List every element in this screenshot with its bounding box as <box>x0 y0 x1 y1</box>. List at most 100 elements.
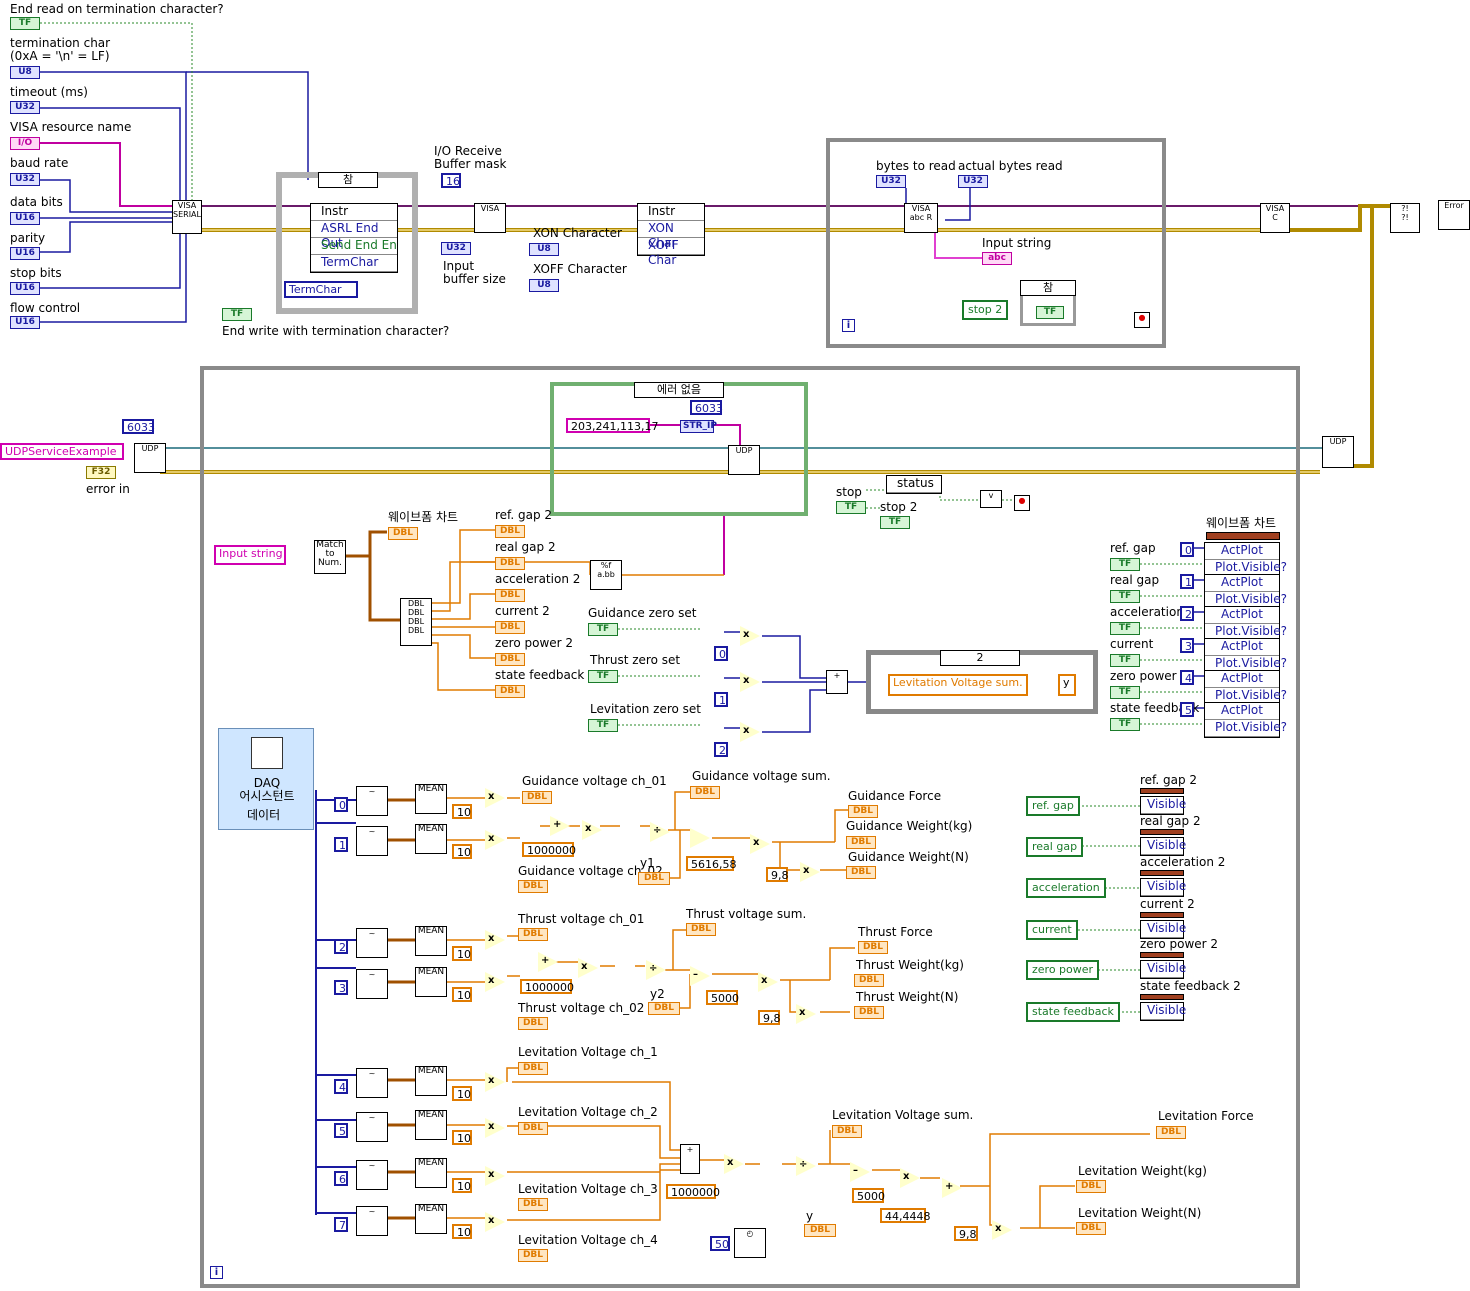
visible-prop-node[interactable]: Visible <box>1140 837 1186 856</box>
channel-index-constant[interactable]: 3 <box>334 980 348 995</box>
chart-plot-index[interactable]: 1 <box>1180 574 1194 589</box>
multiplier-ten[interactable]: 10 <box>452 1086 472 1101</box>
channel-select-node[interactable]: ~ <box>356 969 388 999</box>
mean-node[interactable]: MEAN <box>415 926 447 956</box>
mean-node[interactable]: MEAN <box>415 1204 447 1234</box>
multiplier-ten[interactable]: 10 <box>452 1130 472 1145</box>
lev-million[interactable]: 1000000 <box>666 1184 720 1199</box>
status-unbundle[interactable]: status <box>886 475 942 494</box>
data-bits-control[interactable]: U16 <box>10 212 40 225</box>
visa-resource-control[interactable]: I/O <box>10 137 40 150</box>
visible-toggle-button[interactable]: ref. gap <box>1026 796 1080 816</box>
multiplier-ten[interactable]: 10 <box>452 987 472 1002</box>
chart-plot-index[interactable]: 5 <box>1180 702 1194 717</box>
udp-case-structure[interactable] <box>550 382 808 516</box>
xon-control[interactable]: U8 <box>529 243 559 256</box>
chart-prop-rows[interactable]: ActPlot Plot.Visible? <box>1204 542 1287 578</box>
visa-configure-serial-node[interactable]: VISA SERIAL <box>172 200 202 234</box>
thrust-k[interactable]: 5000 <box>706 990 739 1005</box>
zero-const-0[interactable]: 0 <box>714 646 728 661</box>
channel-index-constant[interactable]: 5 <box>334 1123 348 1138</box>
mean-node[interactable]: MEAN <box>415 1158 447 1188</box>
lev-case-selector[interactable]: 2 <box>940 650 1020 666</box>
wait-ms-constant[interactable]: 50 <box>710 1236 730 1251</box>
case1-selector[interactable]: 참 <box>318 172 378 188</box>
end-write-control[interactable]: TF <box>222 308 252 321</box>
guidance-k[interactable]: 5616,58 <box>686 856 737 871</box>
y-local[interactable]: y <box>1058 674 1076 696</box>
property-node-xon[interactable]: Instr XON Char XOFF Char <box>637 203 705 267</box>
visible-toggle-button[interactable]: current <box>1026 920 1078 940</box>
zero-const-1[interactable]: 1 <box>714 692 728 707</box>
error-handler-node[interactable]: Error <box>1438 200 1470 230</box>
multiplier-ten[interactable]: 10 <box>452 804 472 819</box>
end-read-control[interactable]: TF <box>10 17 40 30</box>
visible-toggle-button[interactable]: acceleration <box>1026 878 1106 898</box>
channel-select-node[interactable]: ~ <box>356 1068 388 1098</box>
chart-plot-visible-control[interactable]: TF <box>1110 654 1140 667</box>
parity-control[interactable]: U16 <box>10 247 40 260</box>
format-string-node[interactable]: %f a.bb <box>590 560 622 590</box>
chart-plot-visible-control[interactable]: TF <box>1110 718 1140 731</box>
udp-open-node[interactable]: UDP <box>134 443 166 473</box>
property-node-asrl[interactable]: Instr ASRL End Out Send End En TermChar <box>310 203 398 273</box>
visa-close-node[interactable]: VISA C <box>1260 203 1290 233</box>
chart-plot-visible-control[interactable]: TF <box>1110 686 1140 699</box>
chart-prop-rows[interactable]: ActPlot Plot.Visible? <box>1204 574 1287 610</box>
termchar-ring[interactable]: TermChar <box>284 281 358 298</box>
levitation-zero-control[interactable]: TF <box>588 719 618 732</box>
udp-port-constant[interactable]: 6033 <box>122 419 155 434</box>
lev-g[interactable]: 9,8 <box>954 1226 978 1241</box>
chart-plot-visible-control[interactable]: TF <box>1110 558 1140 571</box>
read-case-selector[interactable]: 참 <box>1020 280 1076 296</box>
channel-index-constant[interactable]: 1 <box>334 837 348 852</box>
channel-index-constant[interactable]: 7 <box>334 1217 348 1232</box>
zero-add-node[interactable]: + <box>826 670 848 694</box>
channel-select-node[interactable]: ~ <box>356 1206 388 1236</box>
zero-const-2[interactable]: 2 <box>714 742 728 757</box>
visible-prop-node[interactable]: Visible <box>1140 878 1186 897</box>
mean-node[interactable]: MEAN <box>415 784 447 814</box>
lev-sum-local[interactable]: Levitation Voltage sum. <box>888 674 1028 696</box>
channel-index-constant[interactable]: 2 <box>334 939 348 954</box>
multiplier-ten[interactable]: 10 <box>452 1224 472 1239</box>
io-mask-constant[interactable]: 16 <box>441 173 461 188</box>
thrust-zero-control[interactable]: TF <box>588 670 618 683</box>
match-to-num-node[interactable]: Match to Num. <box>314 540 346 574</box>
thrust-g[interactable]: 9,8 <box>758 1010 781 1025</box>
channel-select-node[interactable]: ~ <box>356 1160 388 1190</box>
channel-select-node[interactable]: ~ <box>356 786 388 816</box>
visible-toggle-button[interactable]: zero power <box>1026 960 1100 980</box>
multiplier-ten[interactable]: 10 <box>452 1178 472 1193</box>
input-string-local[interactable]: Input string <box>214 545 286 565</box>
chart-prop-rows[interactable]: ActPlot Plot.Visible? <box>1204 702 1287 738</box>
multiplier-ten[interactable]: 10 <box>452 946 472 961</box>
mean-node[interactable]: MEAN <box>415 824 447 854</box>
channel-select-node[interactable]: ~ <box>356 928 388 958</box>
visible-toggle-button[interactable]: real gap <box>1026 837 1084 857</box>
udp-case-port[interactable]: 6033 <box>690 400 723 415</box>
channel-select-node[interactable]: ~ <box>356 1112 388 1142</box>
mean-node[interactable]: MEAN <box>415 967 447 997</box>
operator-node[interactable] <box>690 828 710 848</box>
udp-service-constant[interactable]: UDPServiceExample <box>0 443 124 460</box>
lev-add-node[interactable]: + <box>680 1144 700 1174</box>
lev-k2[interactable]: 44,4448 <box>880 1208 931 1223</box>
chart-plot-index[interactable]: 0 <box>1180 542 1194 557</box>
stop-control[interactable]: TF <box>836 501 866 514</box>
merge-errors-node[interactable]: ?!?! <box>1390 203 1420 233</box>
visa-set-buffer-node[interactable]: VISA <box>474 203 506 233</box>
visible-prop-node[interactable]: Visible <box>1140 960 1186 979</box>
flow-control-control[interactable]: U16 <box>10 316 40 329</box>
udp-ip-constant[interactable]: 203,241,113,17 <box>566 418 658 433</box>
chart-plot-visible-control[interactable]: TF <box>1110 622 1140 635</box>
buffer-size-control[interactable]: U32 <box>441 242 471 255</box>
multiplier-ten[interactable]: 10 <box>452 844 472 859</box>
error-in-control[interactable]: F32 <box>86 466 116 479</box>
chart-plot-index[interactable]: 3 <box>1180 638 1194 653</box>
guidance-g[interactable]: 9,8 <box>766 867 789 882</box>
build-array-node[interactable]: DBL DBL DBL DBL <box>400 598 432 646</box>
lev-k[interactable]: 5000 <box>852 1188 885 1203</box>
stop-bits-control[interactable]: U16 <box>10 282 40 295</box>
baud-rate-control[interactable]: U32 <box>10 173 40 186</box>
